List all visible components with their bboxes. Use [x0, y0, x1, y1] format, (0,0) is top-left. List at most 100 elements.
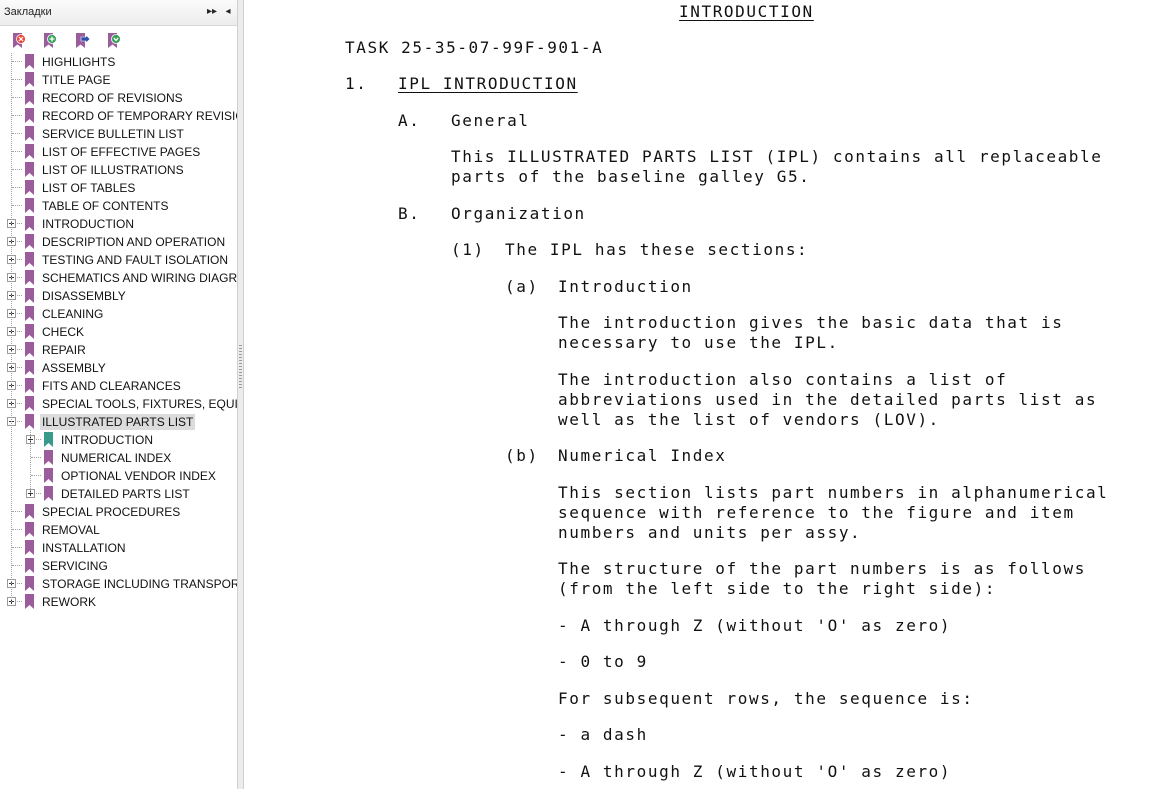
bookmark-icon [25, 558, 34, 573]
bookmark-label[interactable]: REMOVAL [42, 522, 100, 538]
tree-connector [12, 79, 22, 81]
bookmark-icon [25, 594, 34, 609]
bookmark-icon [25, 144, 34, 159]
subsection-a-number: A. [398, 111, 421, 130]
tree-connector [12, 205, 22, 207]
bookmark-label[interactable]: ILLUSTRATED PARTS LIST [40, 414, 196, 430]
bookmark-label[interactable]: LIST OF ILLUSTRATIONS [42, 162, 184, 178]
bookmark-item[interactable]: HIGHLIGHTS [0, 53, 237, 71]
bookmark-label[interactable]: REPAIR [42, 342, 86, 358]
bookmark-label[interactable]: SERVICE BULLETIN LIST [42, 126, 184, 142]
bookmark-item[interactable]: RECORD OF REVISIONS [0, 89, 237, 107]
bookmark-label[interactable]: ASSEMBLY [42, 360, 106, 376]
bookmark-icon [25, 180, 34, 195]
bookmark-label[interactable]: OPTIONAL VENDOR INDEX [61, 468, 216, 484]
bookmarks-panel: Закладки ▸▸ ◂ HIGHLIGHTS TITLE PAGE RECORD… [0, 0, 238, 789]
bookmark-label[interactable]: NUMERICAL INDEX [61, 450, 171, 466]
bookmark-label[interactable]: TESTING AND FAULT ISOLATION [42, 252, 228, 268]
tree-connector [12, 511, 22, 513]
bookmark-item[interactable]: INTRODUCTION [0, 431, 237, 449]
bookmark-label[interactable]: TABLE OF CONTENTS [42, 198, 168, 214]
bookmark-icon [25, 234, 34, 249]
bookmark-item[interactable]: CHECK [0, 323, 237, 341]
bookmark-item[interactable]: DISASSEMBLY [0, 287, 237, 305]
bookmark-label[interactable]: INTRODUCTION [42, 216, 134, 232]
bookmark-item[interactable]: INTRODUCTION [0, 215, 237, 233]
bookmark-label[interactable]: RECORD OF REVISIONS [42, 90, 183, 106]
bookmark-item[interactable]: REPAIR [0, 341, 237, 359]
bookmark-label[interactable]: REWORK [42, 594, 96, 610]
bookmark-icon [25, 540, 34, 555]
bookmark-item[interactable]: DETAILED PARTS LIST [0, 485, 237, 503]
bookmark-label[interactable]: CHECK [42, 324, 84, 340]
bookmark-icon [25, 576, 34, 591]
bookmark-label[interactable]: FITS AND CLEARANCES [42, 378, 181, 394]
bookmark-item[interactable]: DESCRIPTION AND OPERATION [0, 233, 237, 251]
expand-bookmark-icon[interactable] [105, 32, 123, 50]
bookmark-label[interactable]: SPECIAL TOOLS, FIXTURES, EQUIPMENT [42, 396, 237, 412]
bookmark-label[interactable]: RECORD OF TEMPORARY REVISIONS [42, 108, 237, 124]
bookmark-item[interactable]: ILLUSTRATED PARTS LIST [0, 413, 237, 431]
go-to-bookmark-icon[interactable] [73, 32, 91, 50]
bookmark-label[interactable]: TITLE PAGE [42, 72, 110, 88]
bookmark-item[interactable]: LIST OF EFFECTIVE PAGES [0, 143, 237, 161]
bookmark-label[interactable]: INTRODUCTION [61, 432, 153, 448]
panel-options-icon[interactable]: ▸▸ [205, 4, 219, 20]
bookmark-item[interactable]: FITS AND CLEARANCES [0, 377, 237, 395]
tree-connector [12, 529, 22, 531]
bookmark-item[interactable]: SERVICING [0, 557, 237, 575]
bookmark-icon [25, 108, 34, 123]
delete-bookmark-icon[interactable] [10, 32, 28, 50]
bookmark-icon [25, 216, 34, 231]
bookmark-icon [44, 450, 53, 465]
bookmark-item[interactable]: SPECIAL TOOLS, FIXTURES, EQUIPMENT [0, 395, 237, 413]
bookmark-label[interactable]: CLEANING [42, 306, 103, 322]
bookmark-label[interactable]: HIGHLIGHTS [42, 54, 115, 70]
bookmark-label[interactable]: LIST OF EFFECTIVE PAGES [42, 144, 200, 160]
bookmark-item[interactable]: TESTING AND FAULT ISOLATION [0, 251, 237, 269]
sequence-item-2: - 0 to 9 [558, 652, 648, 671]
panel-splitter[interactable] [237, 0, 244, 789]
new-bookmark-icon[interactable] [41, 32, 59, 50]
panel-header: Закладки ▸▸ ◂ [0, 0, 237, 26]
bookmark-item[interactable]: TITLE PAGE [0, 71, 237, 89]
bookmark-item[interactable]: NUMERICAL INDEX [0, 449, 237, 467]
bookmark-item[interactable]: STORAGE INCLUDING TRANSPORTATION [0, 575, 237, 593]
section-number: 1. [345, 74, 368, 93]
bookmarks-toolbar [0, 26, 237, 56]
bookmark-item[interactable]: LIST OF ILLUSTRATIONS [0, 161, 237, 179]
bookmark-label[interactable]: DISASSEMBLY [42, 288, 126, 304]
bookmark-item[interactable]: RECORD OF TEMPORARY REVISIONS [0, 107, 237, 125]
bookmark-label[interactable]: DETAILED PARTS LIST [61, 486, 190, 502]
bookmark-label[interactable]: DESCRIPTION AND OPERATION [42, 234, 225, 250]
bookmark-item[interactable]: SCHEMATICS AND WIRING DIAGRAMS [0, 269, 237, 287]
bookmark-item[interactable]: CLEANING [0, 305, 237, 323]
tree-connector [12, 61, 22, 63]
bookmark-item[interactable]: OPTIONAL VENDOR INDEX [0, 467, 237, 485]
panel-collapse-icon[interactable]: ◂ [221, 4, 235, 20]
tree-connector [12, 151, 22, 153]
bookmark-item[interactable]: LIST OF TABLES [0, 179, 237, 197]
bookmark-label[interactable]: LIST OF TABLES [42, 180, 135, 196]
bookmark-tree: HIGHLIGHTS TITLE PAGE RECORD OF REVISIONS R… [0, 53, 237, 611]
bookmark-icon [25, 162, 34, 177]
bookmark-label[interactable]: SPECIAL PROCEDURES [42, 504, 180, 520]
bookmark-item[interactable]: REWORK [0, 593, 237, 611]
item-1-text: The IPL has these sections: [505, 240, 809, 259]
general-paragraph: This ILLUSTRATED PARTS LIST (IPL) contai… [451, 147, 1103, 186]
bookmark-icon [25, 414, 34, 429]
bookmark-label[interactable]: SERVICING [42, 558, 108, 574]
bookmark-item[interactable]: ASSEMBLY [0, 359, 237, 377]
bookmark-label[interactable]: INSTALLATION [42, 540, 126, 556]
document-view[interactable]: INTRODUCTION TASK 25-35-07-99F-901-A 1. … [245, 0, 1154, 789]
bookmark-label[interactable]: SCHEMATICS AND WIRING DIAGRAMS [42, 270, 237, 286]
bookmark-item[interactable]: SERVICE BULLETIN LIST [0, 125, 237, 143]
bookmark-item[interactable]: REMOVAL [0, 521, 237, 539]
bookmark-item[interactable]: INSTALLATION [0, 539, 237, 557]
bookmark-item[interactable]: SPECIAL PROCEDURES [0, 503, 237, 521]
item-1-number: (1) [451, 240, 485, 259]
bookmark-label[interactable]: STORAGE INCLUDING TRANSPORTATION [42, 576, 237, 592]
splitter-grip[interactable] [239, 345, 242, 390]
subsection-b-title: Organization [451, 204, 586, 223]
bookmark-item[interactable]: TABLE OF CONTENTS [0, 197, 237, 215]
